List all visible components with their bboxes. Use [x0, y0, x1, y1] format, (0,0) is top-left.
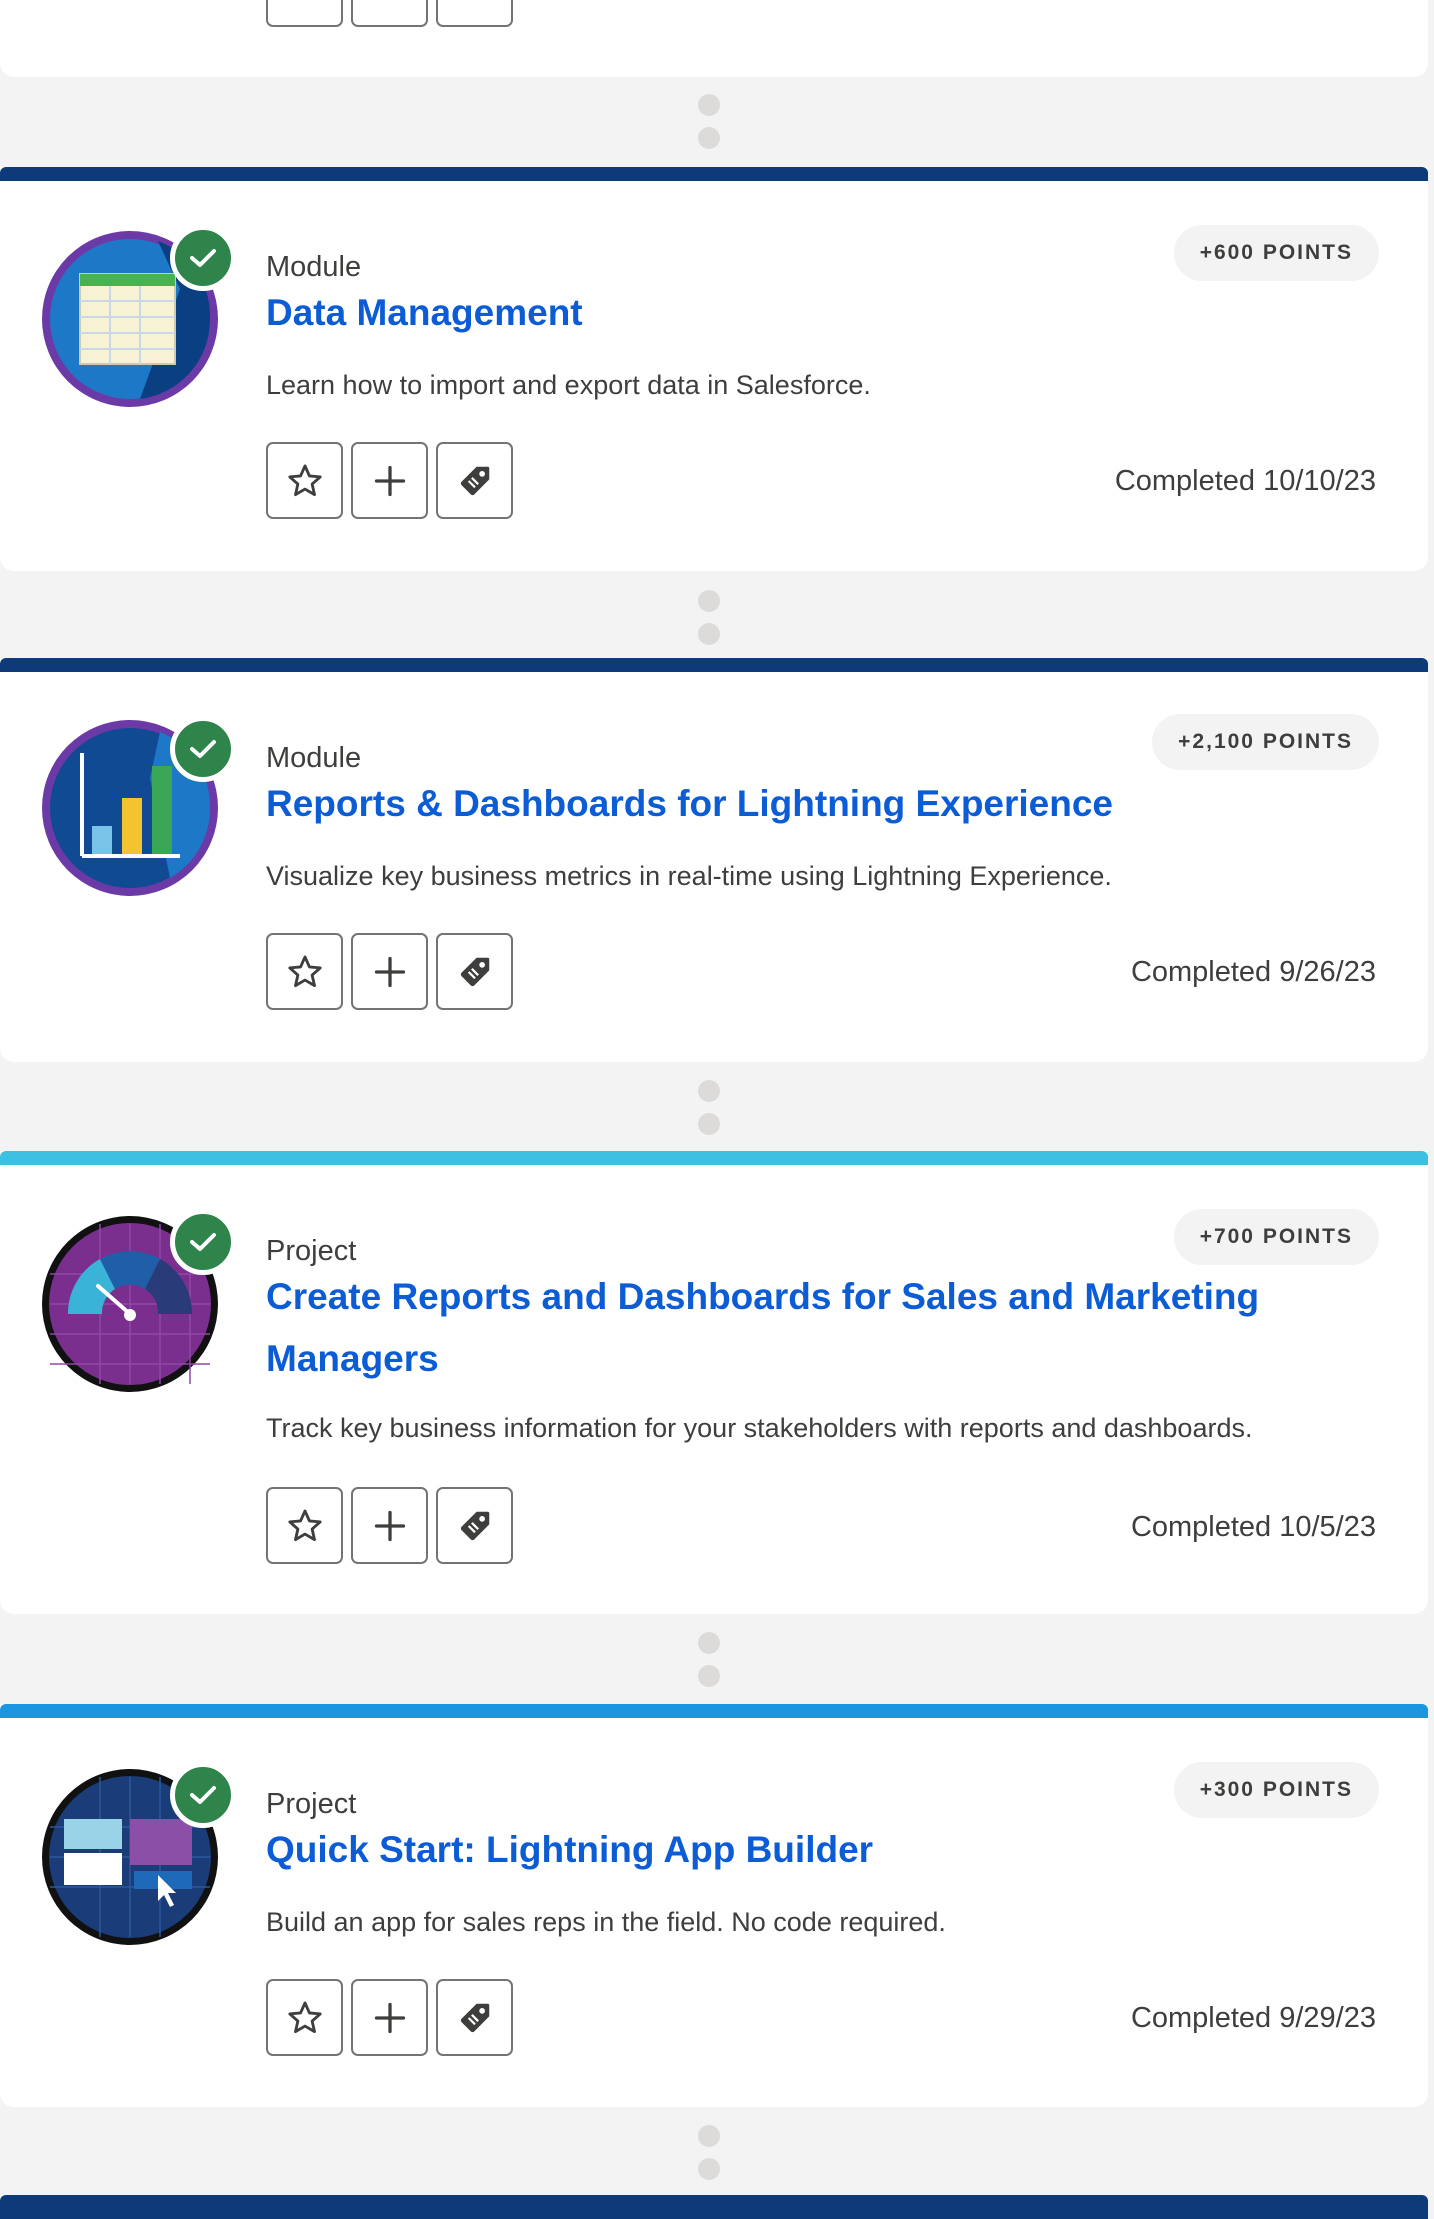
- action-buttons: [266, 933, 513, 1010]
- star-icon: [287, 464, 322, 496]
- favorite-button[interactable]: [266, 0, 343, 27]
- connector-dots: [698, 1080, 720, 1146]
- favorite-button[interactable]: [266, 933, 343, 1010]
- tag-icon: [460, 957, 489, 986]
- tag-icon: [460, 466, 489, 495]
- completed-checkmark-icon: [170, 1762, 236, 1828]
- connector-dots: [698, 1632, 720, 1698]
- item-description: Learn how to import and export data in S…: [266, 370, 871, 400]
- add-to-list-button[interactable]: [351, 1979, 428, 2056]
- completed-checkmark-icon: [170, 1209, 236, 1275]
- star-icon: [287, 2001, 322, 2033]
- tag-button[interactable]: [436, 442, 513, 519]
- connector-dots: [698, 2125, 720, 2191]
- plus-icon: [374, 465, 405, 496]
- action-buttons: [266, 1979, 513, 2056]
- action-buttons: [266, 1487, 513, 1564]
- next-card-top-bar: [0, 2195, 1428, 2219]
- points-badge: +2,100 POINTS: [1152, 714, 1379, 770]
- project-top-bar: [0, 1151, 1428, 1165]
- completion-date: Completed 10/10/23: [1114, 465, 1376, 497]
- completion-date: Completed 9/26/23: [1130, 956, 1376, 988]
- favorite-button[interactable]: [266, 1487, 343, 1564]
- tag-button[interactable]: [436, 0, 513, 27]
- item-title-link[interactable]: Quick Start: Lightning App Builder: [266, 1819, 1266, 1881]
- add-to-list-button[interactable]: [351, 933, 428, 1010]
- completion-date: Completed 10/5/23: [1130, 1511, 1376, 1543]
- points-badge: +300 POINTS: [1173, 1762, 1379, 1818]
- card-reports-dashboards: Module Reports & Dashboards for Lightnin…: [0, 658, 1428, 1062]
- star-icon: [287, 1509, 322, 1541]
- item-type: Module: [266, 742, 362, 774]
- add-to-list-button[interactable]: [351, 442, 428, 519]
- add-to-list-button[interactable]: [351, 0, 428, 27]
- module-top-bar: [0, 167, 1428, 181]
- tag-button[interactable]: [436, 1487, 513, 1564]
- item-description: Visualize key business metrics in real-t…: [266, 861, 1112, 891]
- plus-icon: [374, 1510, 405, 1541]
- card-data-management: Module Data Management Learn how to impo…: [0, 167, 1428, 571]
- tag-icon: [460, 1511, 489, 1540]
- item-description: Build an app for sales reps in the field…: [266, 1907, 946, 1937]
- module-top-bar: [0, 658, 1428, 672]
- tag-button[interactable]: [436, 933, 513, 1010]
- completion-date: Completed 9/29/23: [1130, 2002, 1376, 2034]
- points-badge: +600 POINTS: [1173, 225, 1379, 281]
- item-description: Track key business information for your …: [266, 1413, 1253, 1443]
- action-buttons: [266, 442, 513, 519]
- favorite-button[interactable]: [266, 1979, 343, 2056]
- connector-dots: [698, 94, 720, 160]
- item-title-link[interactable]: Data Management: [266, 282, 1266, 344]
- item-type: Module: [266, 251, 362, 283]
- trail-list: Module Data Management Learn how to impo…: [0, 0, 1434, 2219]
- plus-icon: [374, 2002, 405, 2033]
- completed-checkmark-icon: [170, 716, 236, 782]
- connector-dots: [698, 590, 720, 656]
- card-quick-start-app-builder: Project Quick Start: Lightning App Build…: [0, 1704, 1428, 2107]
- favorite-button[interactable]: [266, 442, 343, 519]
- action-buttons: [266, 0, 513, 27]
- tag-button[interactable]: [436, 1979, 513, 2056]
- completed-checkmark-icon: [170, 225, 236, 291]
- item-type: Project: [266, 1235, 357, 1267]
- item-title-link[interactable]: Reports & Dashboards for Lightning Exper…: [266, 773, 1266, 835]
- plus-icon: [374, 956, 405, 987]
- star-icon: [287, 955, 322, 987]
- card-create-reports-dashboards: Project Create Reports and Dashboards fo…: [0, 1151, 1428, 1614]
- project-top-bar: [0, 1704, 1428, 1718]
- points-badge: +700 POINTS: [1173, 1209, 1379, 1265]
- item-type: Project: [266, 1788, 357, 1820]
- item-title-link[interactable]: Create Reports and Dashboards for Sales …: [266, 1266, 1266, 1390]
- card-previous-partial: [0, 0, 1428, 77]
- add-to-list-button[interactable]: [351, 1487, 428, 1564]
- tag-icon: [460, 2003, 489, 2032]
